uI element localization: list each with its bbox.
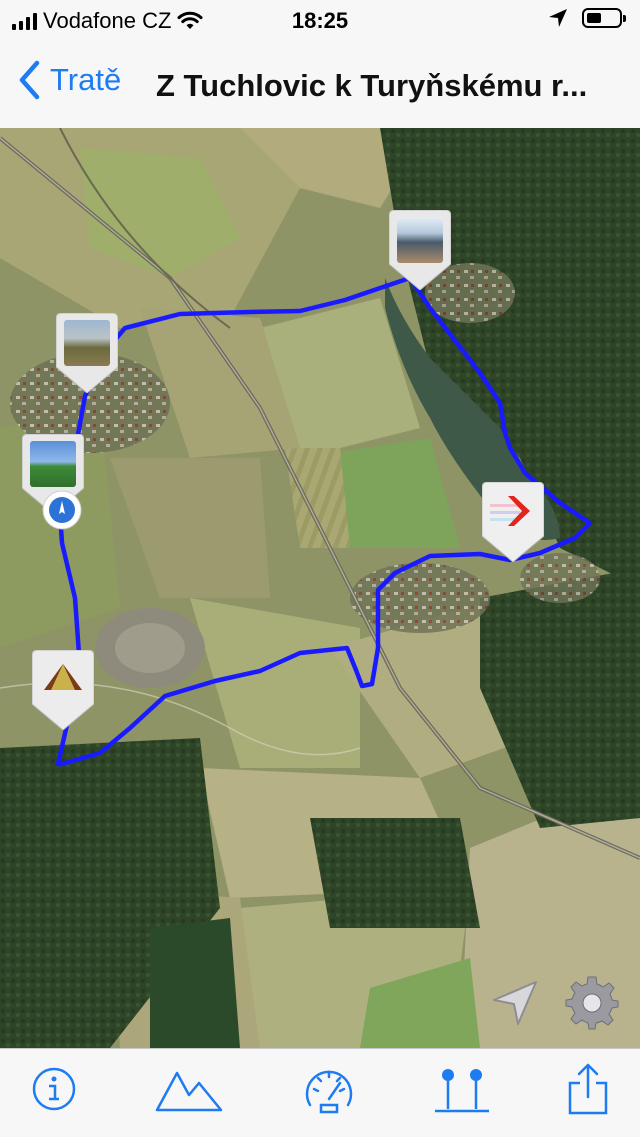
current-location-icon <box>42 490 82 530</box>
speedometer-icon[interactable] <box>302 1065 356 1117</box>
clock: 18:25 <box>291 8 349 33</box>
back-label: Tratě <box>50 62 122 97</box>
satellite-map <box>0 128 640 1048</box>
tab-bar <box>0 1048 640 1137</box>
photo-pin-pond[interactable] <box>388 209 452 291</box>
info-icon[interactable] <box>30 1065 78 1113</box>
finish-pin[interactable] <box>481 475 545 563</box>
page-title: Z Tuchlovic k Turyňskému r... <box>156 68 588 103</box>
start-pin[interactable] <box>31 649 95 731</box>
battery-icon <box>582 8 626 28</box>
location-services-icon <box>549 9 567 27</box>
photo-thumbnail-icon <box>397 217 443 263</box>
share-icon[interactable] <box>565 1061 611 1117</box>
gear-icon[interactable] <box>564 975 620 1031</box>
mountain-icon[interactable] <box>155 1065 223 1113</box>
chevron-left-icon <box>19 60 40 100</box>
pins-icon[interactable] <box>431 1065 493 1117</box>
mountain-triangle-icon <box>44 664 82 690</box>
back-button[interactable]: Tratě <box>18 60 121 100</box>
battery-level <box>587 13 601 23</box>
chevron-right-icon <box>490 496 530 526</box>
photo-thumbnail-icon <box>64 320 110 366</box>
map-view[interactable] <box>0 128 640 1048</box>
navigation-bar: Tratě Z Tuchlovic k Turyňskému r... <box>0 40 640 128</box>
status-bar: Vodafone CZ 18:25 <box>0 0 640 40</box>
location-arrow-icon[interactable] <box>488 978 542 1030</box>
photo-thumbnail-icon <box>30 441 76 487</box>
photo-pin-village[interactable] <box>55 312 119 394</box>
